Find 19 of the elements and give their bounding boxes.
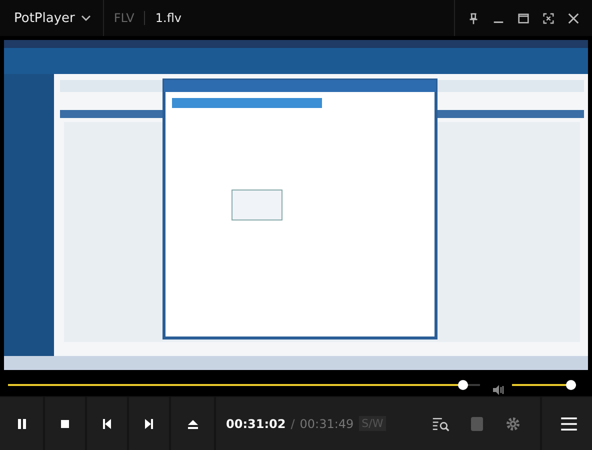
stop-icon <box>59 418 71 430</box>
chevron-icon <box>80 15 91 21</box>
playlist-search-icon[interactable] <box>432 416 450 432</box>
file-name: 1.flv <box>154 11 182 25</box>
next-icon <box>143 418 155 430</box>
total-time: 00:31:49 <box>300 416 354 430</box>
maximize-icon[interactable] <box>517 12 530 24</box>
format-label: FLV <box>104 11 146 25</box>
fullscreen-icon[interactable] <box>542 12 555 24</box>
close-icon[interactable] <box>567 12 580 24</box>
pause-icon <box>16 418 28 430</box>
previous-icon <box>101 418 113 430</box>
menu-icon[interactable] <box>560 416 578 432</box>
current-time: 00:31:02 <box>226 416 286 430</box>
settings-icon[interactable] <box>504 416 522 432</box>
volume-icon[interactable] <box>492 384 506 396</box>
pin-icon[interactable] <box>467 12 480 24</box>
eject-icon <box>186 418 198 430</box>
time-separator: / <box>290 416 295 430</box>
